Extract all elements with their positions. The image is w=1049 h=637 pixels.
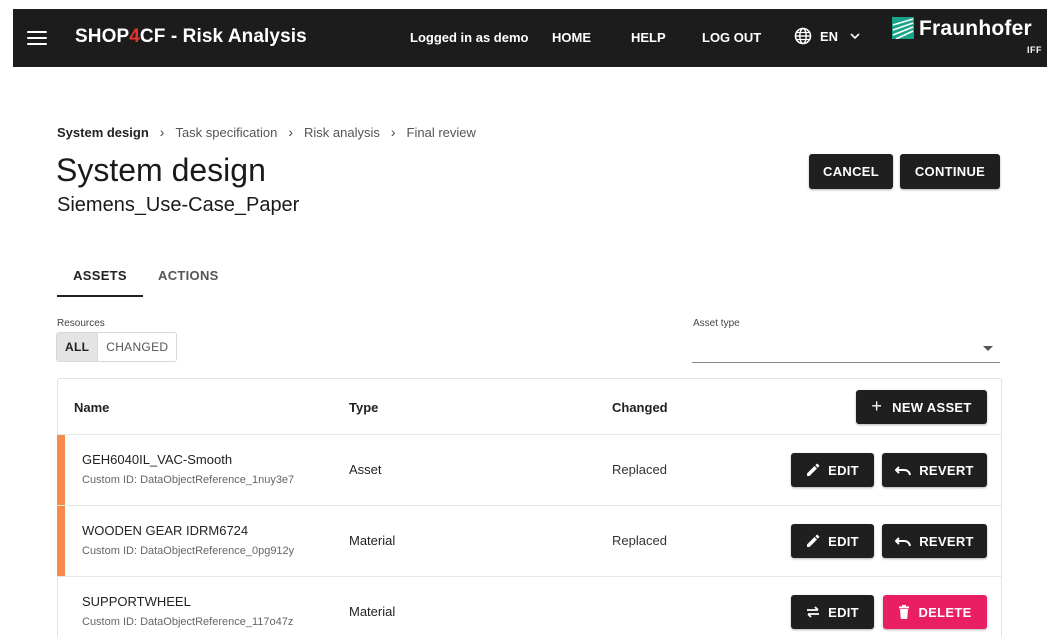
resources-toggle: ALL CHANGED bbox=[56, 332, 178, 362]
column-name: Name bbox=[74, 400, 110, 415]
asset-type-select[interactable] bbox=[692, 334, 1000, 363]
edit-button[interactable]: EDIT bbox=[791, 453, 874, 487]
changed-marker bbox=[57, 435, 65, 505]
asset-type-label: Asset type bbox=[693, 318, 740, 329]
logo-wordmark: Fraunhofer bbox=[919, 17, 1032, 40]
cancel-button[interactable]: CANCEL bbox=[809, 154, 893, 189]
breadcrumb-task-specification[interactable]: Task specification bbox=[175, 125, 277, 140]
nav-logout[interactable]: LOG OUT bbox=[702, 30, 761, 45]
swap-icon bbox=[806, 606, 820, 618]
revert-label: REVERT bbox=[919, 462, 974, 478]
language-label: EN bbox=[820, 28, 839, 44]
asset-type: Asset bbox=[349, 462, 382, 477]
nav-help[interactable]: HELP bbox=[631, 30, 666, 45]
page-title: System design bbox=[56, 152, 266, 188]
asset-type: Material bbox=[349, 604, 396, 619]
breadcrumb-separator-icon: › bbox=[159, 124, 165, 140]
pencil-icon bbox=[806, 463, 820, 477]
asset-type: Material bbox=[349, 533, 396, 548]
undo-icon bbox=[895, 535, 912, 547]
resources-label: Resources bbox=[57, 318, 105, 329]
tab-actions[interactable]: ACTIONS bbox=[158, 268, 219, 283]
asset-custom-id: Custom ID: DataObjectReference_117o47z bbox=[82, 616, 294, 628]
tab-assets[interactable]: ASSETS bbox=[57, 268, 143, 283]
edit-label: EDIT bbox=[828, 604, 859, 620]
delete-label: DELETE bbox=[918, 604, 972, 620]
table-row[interactable]: GEH6040IL_VAC-Smooth Custom ID: DataObje… bbox=[57, 435, 1001, 506]
table-row[interactable]: SUPPORTWHEEL Custom ID: DataObjectRefere… bbox=[58, 577, 1001, 637]
table-header: Name Type Changed + NEW ASSET bbox=[58, 379, 1001, 435]
app-title: SHOP4CF - Risk Analysis bbox=[75, 26, 307, 47]
breadcrumb-separator-icon: › bbox=[390, 124, 396, 140]
asset-changed: Replaced bbox=[612, 462, 667, 477]
breadcrumb-separator-icon: › bbox=[288, 124, 293, 140]
user-status: Logged in as demo bbox=[410, 30, 529, 45]
asset-changed: Replaced bbox=[612, 533, 667, 548]
logo-sub: IFF bbox=[1027, 45, 1042, 55]
undo-icon bbox=[895, 464, 912, 476]
column-changed: Changed bbox=[612, 400, 668, 415]
dropdown-arrow-icon bbox=[983, 346, 993, 351]
asset-custom-id: Custom ID: DataObjectReference_1nuy3e7 bbox=[82, 474, 295, 486]
plus-icon: + bbox=[871, 395, 883, 416]
revert-button[interactable]: REVERT bbox=[882, 524, 987, 558]
fraunhofer-logo-icon bbox=[892, 17, 914, 39]
assets-table: Name Type Changed + NEW ASSET GEH6040IL_… bbox=[57, 378, 1002, 637]
edit-button[interactable]: EDIT bbox=[791, 595, 874, 629]
new-asset-label: NEW ASSET bbox=[892, 399, 972, 415]
breadcrumb: System design › Task specification › Ris… bbox=[57, 124, 476, 140]
resources-all-toggle[interactable]: ALL bbox=[57, 333, 99, 361]
app-bar: SHOP4CF - Risk Analysis Logged in as dem… bbox=[13, 9, 1047, 67]
edit-label: EDIT bbox=[828, 462, 859, 478]
edit-label: EDIT bbox=[828, 533, 859, 549]
breadcrumb-risk-analysis[interactable]: Risk analysis bbox=[304, 125, 380, 140]
menu-icon[interactable] bbox=[27, 28, 47, 46]
table-row[interactable]: WOODEN GEAR IDRM6724 Custom ID: DataObje… bbox=[57, 506, 1001, 577]
trash-icon bbox=[898, 605, 910, 619]
delete-button[interactable]: DELETE bbox=[883, 595, 987, 629]
globe-icon bbox=[794, 27, 812, 45]
nav-home[interactable]: HOME bbox=[552, 30, 591, 45]
changed-marker bbox=[57, 506, 65, 576]
asset-name: WOODEN GEAR IDRM6724 bbox=[82, 523, 249, 538]
fraunhofer-logo: Fraunhofer IFF bbox=[892, 15, 1044, 61]
language-selector[interactable]: EN bbox=[794, 27, 860, 45]
chevron-down-icon bbox=[850, 33, 860, 40]
breadcrumb-final-review[interactable]: Final review bbox=[407, 125, 476, 140]
page-subtitle: Siemens_Use-Case_Paper bbox=[57, 194, 300, 216]
continue-button[interactable]: CONTINUE bbox=[900, 154, 1000, 189]
revert-label: REVERT bbox=[919, 533, 974, 549]
asset-name: GEH6040IL_VAC-Smooth bbox=[82, 452, 233, 467]
column-type: Type bbox=[349, 400, 379, 415]
resources-changed-toggle[interactable]: CHANGED bbox=[98, 333, 176, 361]
active-tab-indicator bbox=[57, 295, 143, 297]
pencil-icon bbox=[806, 534, 820, 548]
asset-name: SUPPORTWHEEL bbox=[82, 594, 191, 609]
breadcrumb-system-design[interactable]: System design bbox=[57, 125, 149, 140]
revert-button[interactable]: REVERT bbox=[882, 453, 987, 487]
new-asset-button[interactable]: + NEW ASSET bbox=[856, 390, 987, 424]
asset-custom-id: Custom ID: DataObjectReference_0pg912y bbox=[82, 545, 295, 557]
edit-button[interactable]: EDIT bbox=[791, 524, 874, 558]
